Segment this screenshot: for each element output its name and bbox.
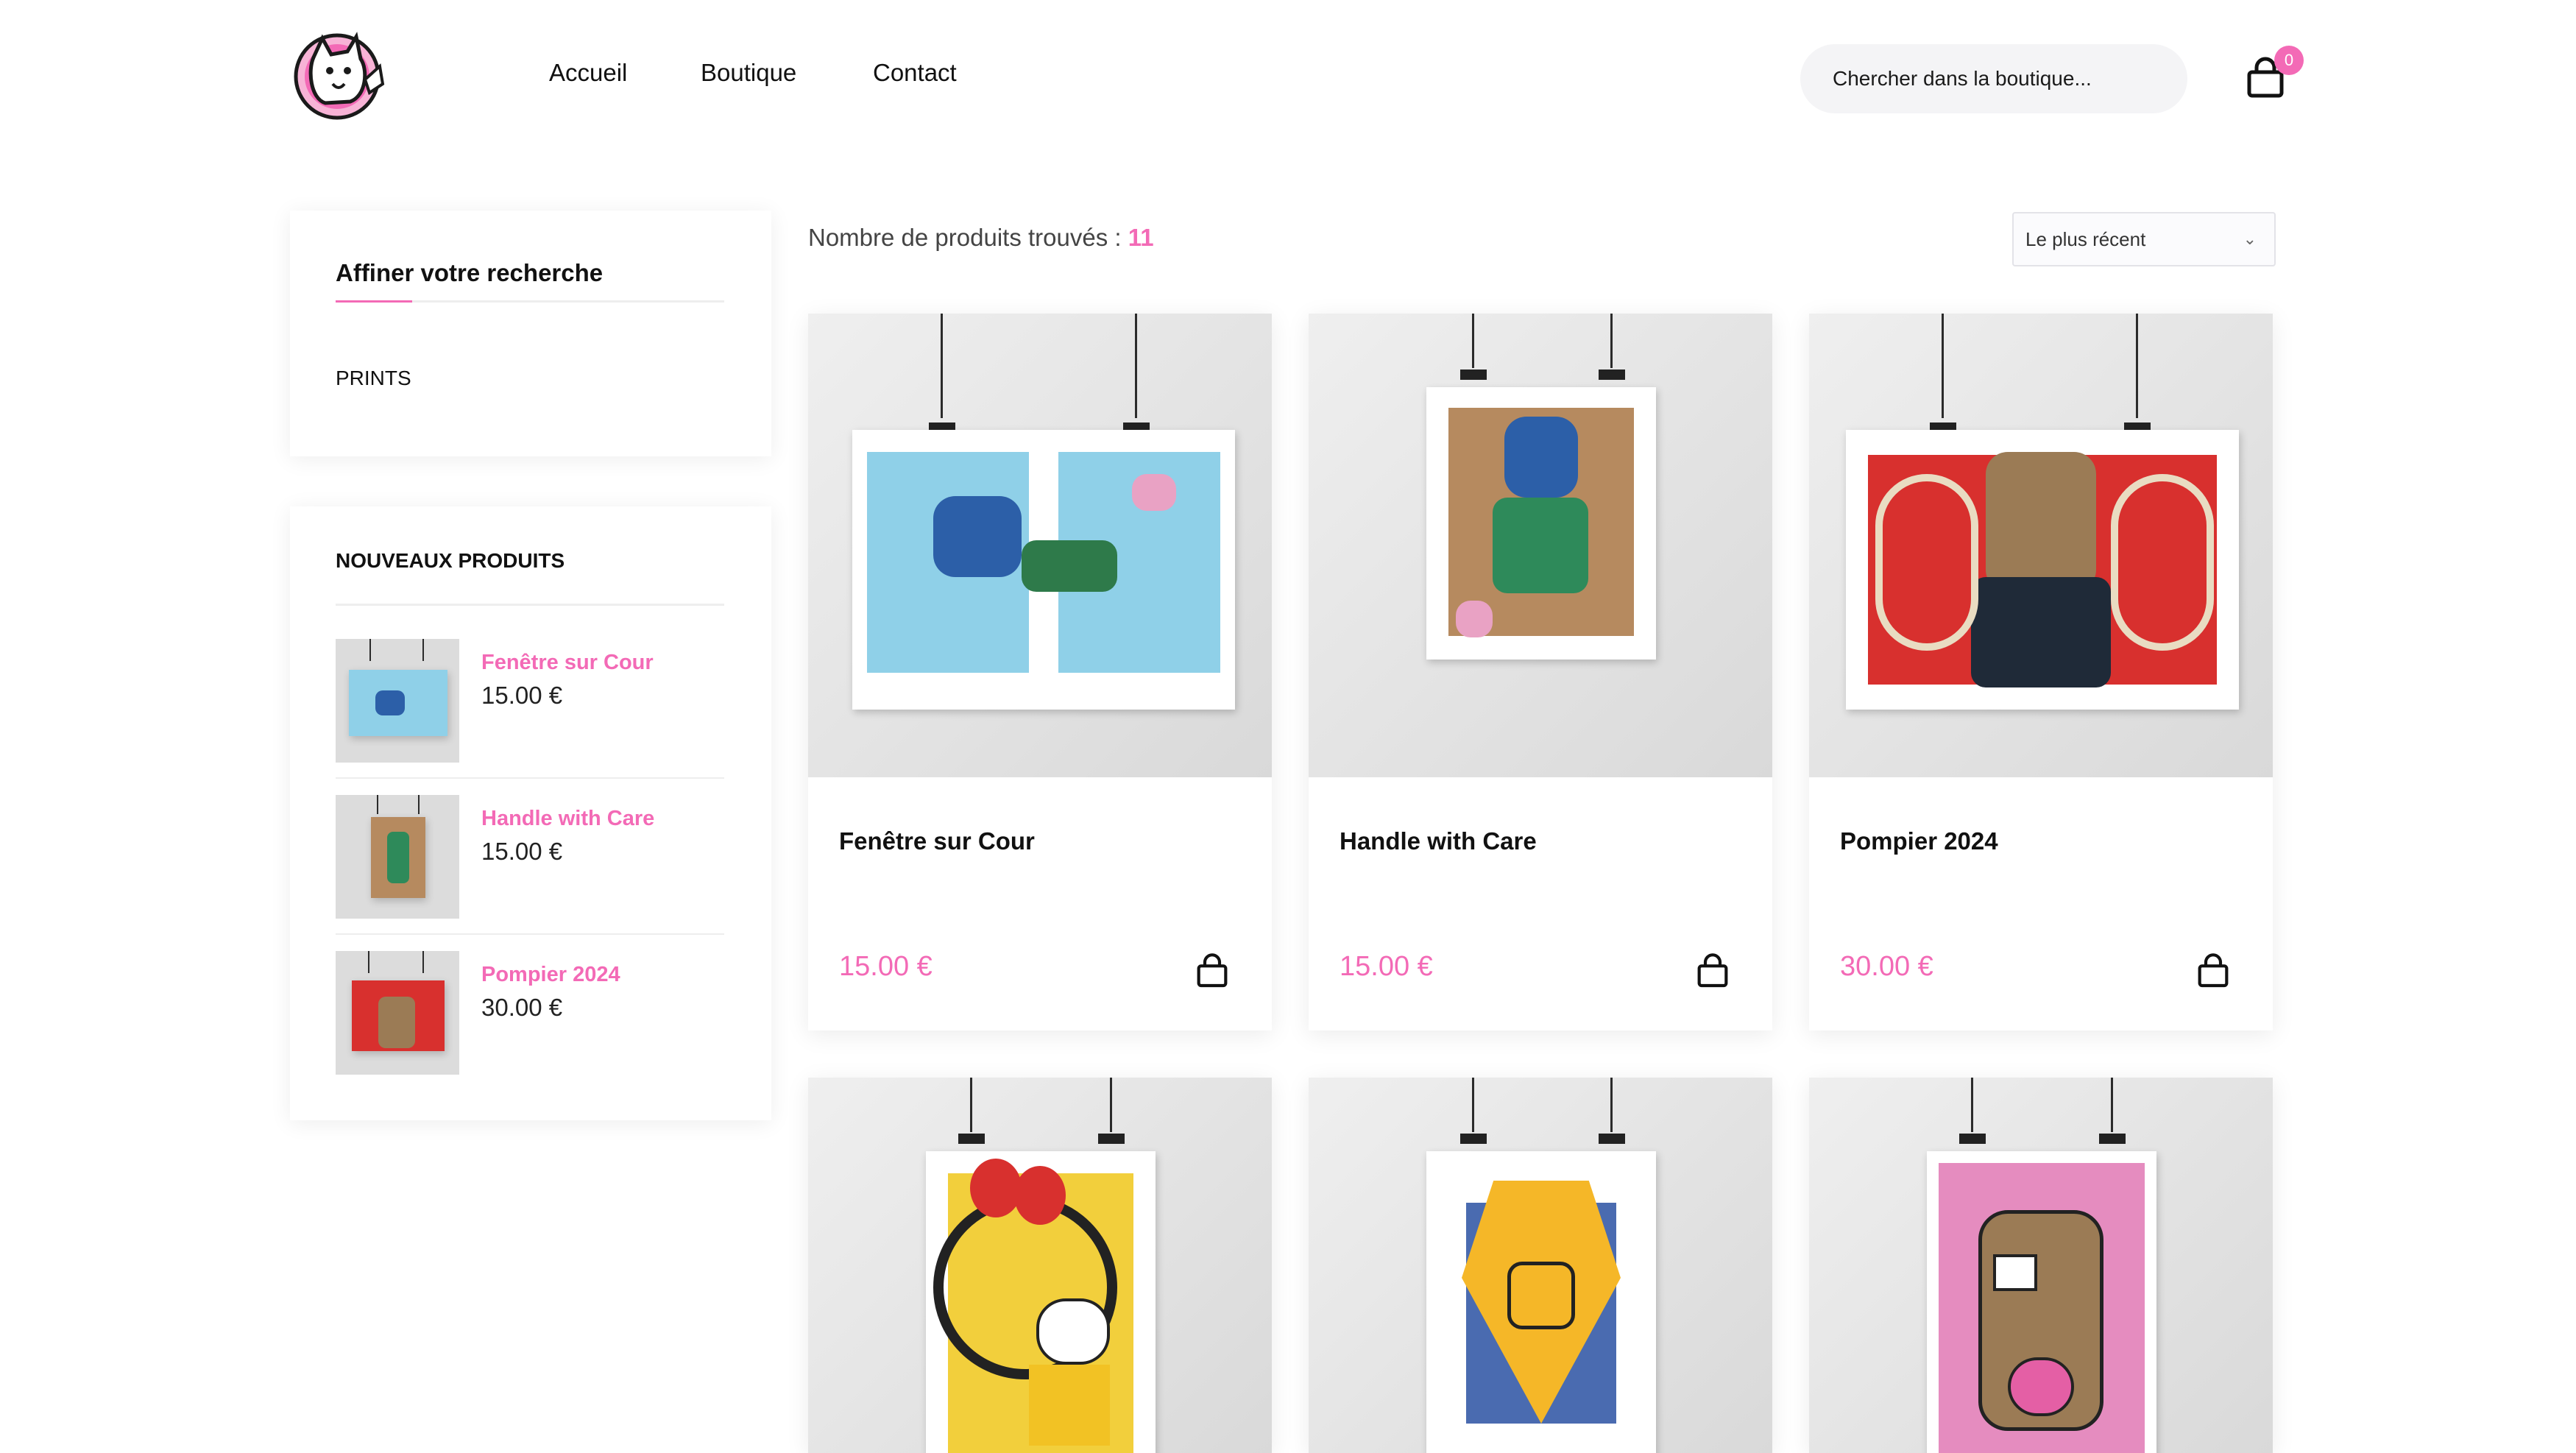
product-thumbnail[interactable]: [336, 795, 459, 919]
sort-select[interactable]: Le plus récent ⌄: [2012, 212, 2276, 266]
filter-title: Affiner votre recherche: [336, 259, 604, 286]
filter-panel: Affiner votre recherche PRINTS: [290, 211, 771, 456]
add-to-cart-button[interactable]: [2195, 952, 2232, 989]
divider: [336, 933, 724, 935]
new-product-price: 30.00 €: [481, 994, 563, 1021]
new-product-name[interactable]: Handle with Care: [481, 807, 654, 831]
product-card[interactable]: Pompier 2024 30.00 €: [1809, 314, 2273, 1030]
add-to-cart-button[interactable]: [1194, 952, 1231, 989]
add-to-cart-button[interactable]: [1694, 952, 1731, 989]
new-product-item[interactable]: Handle with Care 15.00 €: [336, 795, 724, 951]
shopping-bag-icon: [2198, 953, 2229, 988]
results-count-value: 11: [1128, 224, 1154, 251]
divider: [336, 777, 724, 779]
product-image[interactable]: [1809, 314, 2273, 777]
product-image[interactable]: [1309, 1078, 1772, 1453]
new-product-name[interactable]: Fenêtre sur Cour: [481, 651, 654, 675]
nav-accueil[interactable]: Accueil: [549, 59, 627, 87]
product-price: 30.00 €: [1840, 951, 1933, 982]
product-image[interactable]: [1809, 1078, 2273, 1453]
new-products-title: NOUVEAUX PRODUITS: [336, 549, 565, 572]
sort-selected-value: Le plus récent: [2025, 228, 2146, 250]
product-card[interactable]: [1309, 1078, 1772, 1453]
product-name[interactable]: Pompier 2024: [1840, 827, 1998, 855]
new-product-item[interactable]: Pompier 2024 30.00 €: [336, 951, 724, 1107]
product-card[interactable]: [808, 1078, 1272, 1453]
nav-boutique[interactable]: Boutique: [701, 59, 796, 87]
shopping-bag-icon: [1197, 953, 1228, 988]
product-image[interactable]: [1309, 314, 1772, 777]
new-product-item[interactable]: Fenêtre sur Cour 15.00 €: [336, 639, 724, 795]
new-product-name[interactable]: Pompier 2024: [481, 963, 620, 987]
results-count-label: Nombre de produits trouvés :: [808, 224, 1122, 251]
product-image[interactable]: [808, 1078, 1272, 1453]
product-price: 15.00 €: [839, 951, 933, 982]
product-card[interactable]: Fenêtre sur Cour 15.00 €: [808, 314, 1272, 1030]
nav-contact[interactable]: Contact: [873, 59, 957, 87]
new-product-price: 15.00 €: [481, 838, 563, 865]
cart-count-badge: 0: [2274, 46, 2304, 75]
product-name[interactable]: Fenêtre sur Cour: [839, 827, 1035, 855]
product-name[interactable]: Handle with Care: [1340, 827, 1537, 855]
divider: [336, 300, 724, 303]
new-products-panel: NOUVEAUX PRODUITS Fenêtre sur Cour 15.00…: [290, 506, 771, 1120]
search-input[interactable]: [1800, 44, 2187, 113]
shopping-bag-icon: [1697, 953, 1728, 988]
results-count: Nombre de produits trouvés : 11: [808, 224, 1154, 252]
new-product-price: 15.00 €: [481, 682, 563, 709]
product-card[interactable]: Handle with Care 15.00 €: [1309, 314, 1772, 1030]
category-prints[interactable]: PRINTS: [336, 367, 411, 390]
product-card[interactable]: [1809, 1078, 2273, 1453]
product-image[interactable]: [808, 314, 1272, 777]
dog-mascot-logo-icon: [294, 32, 385, 120]
chevron-down-icon: ⌄: [2243, 230, 2257, 248]
logo[interactable]: [289, 25, 392, 122]
divider: [336, 604, 724, 606]
product-thumbnail[interactable]: [336, 951, 459, 1075]
product-thumbnail[interactable]: [336, 639, 459, 763]
product-price: 15.00 €: [1340, 951, 1433, 982]
